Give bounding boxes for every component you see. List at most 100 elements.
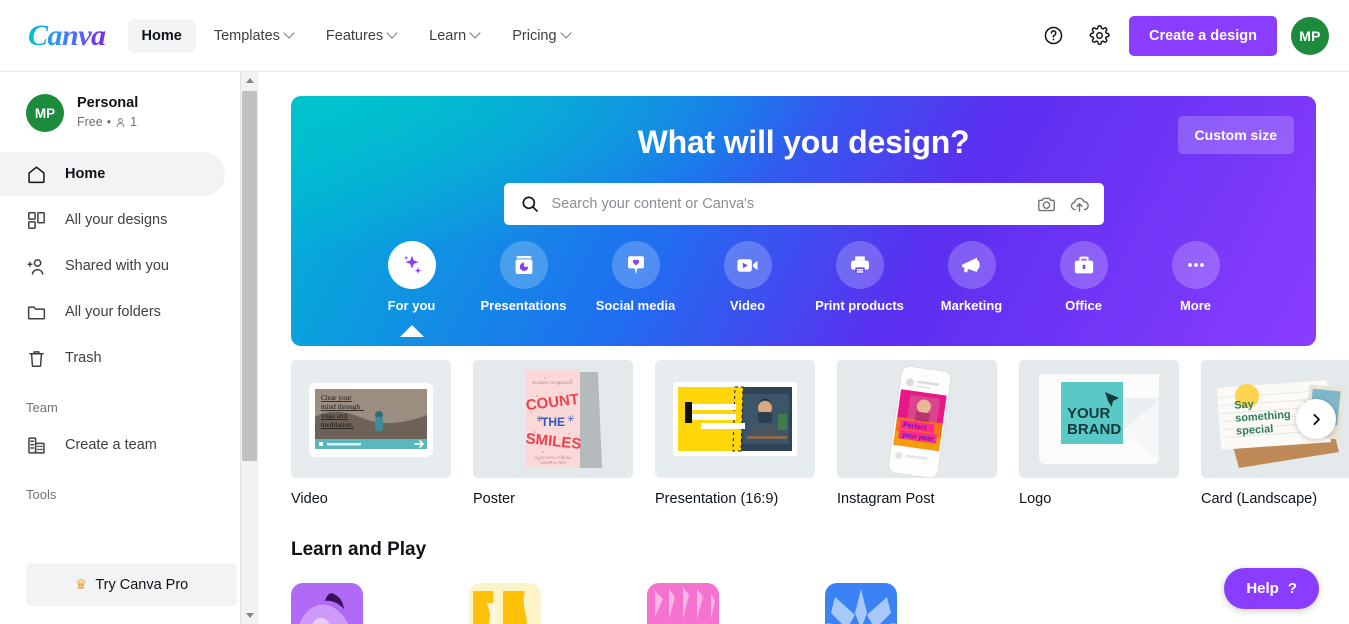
pro-button-label: Try Canva Pro bbox=[95, 576, 189, 593]
account-meta: Free • 1 bbox=[77, 114, 138, 132]
help-button[interactable] bbox=[1037, 20, 1069, 52]
sidebar-item-label: Shared with you bbox=[65, 258, 169, 274]
video-template-thumb: Clear your mind through yoga and meditat… bbox=[291, 360, 451, 478]
help-fab-button[interactable]: Help ? bbox=[1224, 568, 1319, 609]
main-inner: What will you design? Custom size Search… bbox=[258, 96, 1349, 624]
category-office[interactable]: Office bbox=[1028, 241, 1140, 313]
sidebar-item-home[interactable]: Home bbox=[0, 152, 225, 196]
pink-play-thumb[interactable] bbox=[647, 583, 719, 624]
category-more[interactable]: More bbox=[1140, 241, 1252, 313]
meta-separator: • bbox=[106, 115, 112, 130]
purple-play-thumb[interactable] bbox=[291, 583, 363, 624]
chevron-down-icon bbox=[388, 29, 397, 38]
upload-button[interactable] bbox=[1069, 194, 1090, 215]
account-avatar: MP bbox=[26, 94, 64, 132]
camera-icon bbox=[1037, 197, 1055, 211]
sidebar-item-all-your-folders[interactable]: All your folders bbox=[0, 290, 225, 334]
template-card-video[interactable]: Clear your mind through yoga and meditat… bbox=[291, 360, 451, 507]
account-plan: Free bbox=[77, 115, 103, 130]
settings-button[interactable] bbox=[1083, 20, 1115, 52]
sidebar-section-team: Team bbox=[26, 400, 58, 415]
chevron-down-icon bbox=[471, 29, 480, 38]
scroll-down-arrow[interactable] bbox=[241, 607, 258, 624]
account-switcher[interactable]: MP Personal Free • 1 bbox=[0, 72, 239, 150]
category-icon-wrap bbox=[1059, 241, 1108, 289]
nav-item-learn[interactable]: Learn bbox=[415, 19, 494, 53]
svg-text:meditation.: meditation. bbox=[321, 421, 354, 429]
scroll-up-arrow[interactable] bbox=[241, 72, 258, 89]
instagram-template-thumb: Perfect your post bbox=[837, 360, 997, 478]
poster-thumb-art: ELEMENT OR MESSAGE COUNT THE SMILES ✳ ✳ … bbox=[473, 360, 633, 478]
search-bar[interactable] bbox=[503, 183, 1104, 225]
sidebar-item-all-your-designs[interactable]: All your designs bbox=[0, 198, 225, 242]
custom-size-button[interactable]: Custom size bbox=[1177, 116, 1294, 154]
camera-search-button[interactable] bbox=[1036, 194, 1057, 215]
megaphone-icon bbox=[962, 257, 980, 273]
crown-icon: ♛ bbox=[74, 576, 88, 592]
gear-icon bbox=[1089, 25, 1110, 46]
svg-text:yoga and: yoga and bbox=[321, 412, 348, 420]
nav-item-pricing[interactable]: Pricing bbox=[498, 19, 584, 53]
create-a-design-button[interactable]: Create a design bbox=[1129, 15, 1277, 56]
category-marketing[interactable]: Marketing bbox=[916, 241, 1028, 313]
template-card-label: Poster bbox=[473, 491, 515, 507]
account-name: Personal bbox=[77, 95, 139, 112]
video-thumb-art: Clear your mind through yoga and meditat… bbox=[309, 383, 433, 457]
category-icon-wrap bbox=[723, 241, 772, 289]
sidebar-section-tools: Tools bbox=[26, 487, 57, 502]
chevron-down-icon bbox=[285, 29, 294, 38]
carousel-next-button[interactable] bbox=[1296, 399, 1336, 439]
sidebar: MP Personal Free • 1 Home All your desig… bbox=[0, 72, 258, 624]
category-active-pointer bbox=[399, 325, 424, 337]
printer-icon bbox=[850, 256, 869, 274]
poster-template-thumb: ELEMENT OR MESSAGE COUNT THE SMILES ✳ ✳ … bbox=[473, 360, 633, 478]
category-video[interactable]: Video bbox=[692, 241, 804, 313]
presentation-template-thumb bbox=[655, 360, 815, 478]
search-input[interactable] bbox=[551, 196, 1024, 212]
category-label: For you bbox=[387, 298, 436, 313]
category-for-you[interactable]: For you bbox=[356, 241, 468, 337]
category-icon-wrap bbox=[947, 241, 996, 289]
template-card-presentation[interactable]: Presentation (16:9) bbox=[655, 360, 815, 507]
nav-item-home[interactable]: Home bbox=[127, 18, 196, 53]
nav-label: Templates bbox=[213, 27, 280, 44]
category-label: Marketing bbox=[940, 298, 1003, 313]
sidebar-item-create-a-team[interactable]: Create a team bbox=[0, 423, 225, 467]
sidebar-item-shared-with-you[interactable]: Shared with you bbox=[0, 244, 225, 288]
sidebar-scroll-region: MP Personal Free • 1 Home All your desig… bbox=[0, 72, 257, 548]
template-card-poster[interactable]: ELEMENT OR MESSAGE COUNT THE SMILES ✳ ✳ … bbox=[473, 360, 633, 507]
svg-text:ELEMENT OR MESSAGE: ELEMENT OR MESSAGE bbox=[533, 381, 573, 385]
user-avatar[interactable]: MP bbox=[1291, 16, 1329, 55]
svg-text:mind through: mind through bbox=[321, 403, 360, 411]
try-canva-pro-button[interactable]: ♛ Try Canva Pro bbox=[26, 563, 237, 606]
scrollbar-thumb[interactable] bbox=[242, 91, 257, 461]
svg-text:BRAND: BRAND bbox=[1067, 421, 1121, 438]
blue-play-thumb[interactable] bbox=[825, 583, 897, 624]
template-card-logo[interactable]: YOUR BRAND Logo bbox=[1019, 360, 1179, 507]
sidebar-item-trash[interactable]: Trash bbox=[0, 336, 225, 380]
canva-logo[interactable]: Canva bbox=[28, 19, 106, 53]
category-label: Presentations bbox=[480, 298, 567, 313]
template-carousel: Clear your mind through yoga and meditat… bbox=[291, 360, 1349, 507]
search-icon bbox=[522, 196, 538, 212]
category-print-products[interactable]: Print products bbox=[804, 241, 916, 313]
sparkle-icon bbox=[403, 255, 421, 274]
category-rail: For you Presentations Social media Video… bbox=[291, 241, 1316, 337]
sidebar-scrollbar[interactable] bbox=[240, 72, 257, 624]
template-card-instagram-post[interactable]: Perfect your post Instagram Post bbox=[837, 360, 997, 507]
svg-text:Clear your: Clear your bbox=[321, 394, 352, 402]
account-info: Personal Free • 1 bbox=[77, 94, 138, 131]
category-presentations[interactable]: Presentations bbox=[468, 241, 580, 313]
search-actions bbox=[1036, 194, 1090, 215]
people-add-icon bbox=[27, 258, 44, 275]
category-social-media[interactable]: Social media bbox=[580, 241, 692, 313]
nav-item-features[interactable]: Features bbox=[312, 19, 411, 53]
yellow-play-thumb[interactable] bbox=[469, 583, 541, 624]
building-icon bbox=[28, 436, 45, 454]
nav-item-templates[interactable]: Templates bbox=[200, 19, 308, 53]
trash-icon bbox=[29, 350, 44, 367]
grid-icon bbox=[28, 211, 45, 229]
heart-chat-icon bbox=[627, 256, 644, 274]
svg-text:Say: Say bbox=[1234, 398, 1255, 411]
pink-play-art bbox=[647, 583, 719, 624]
